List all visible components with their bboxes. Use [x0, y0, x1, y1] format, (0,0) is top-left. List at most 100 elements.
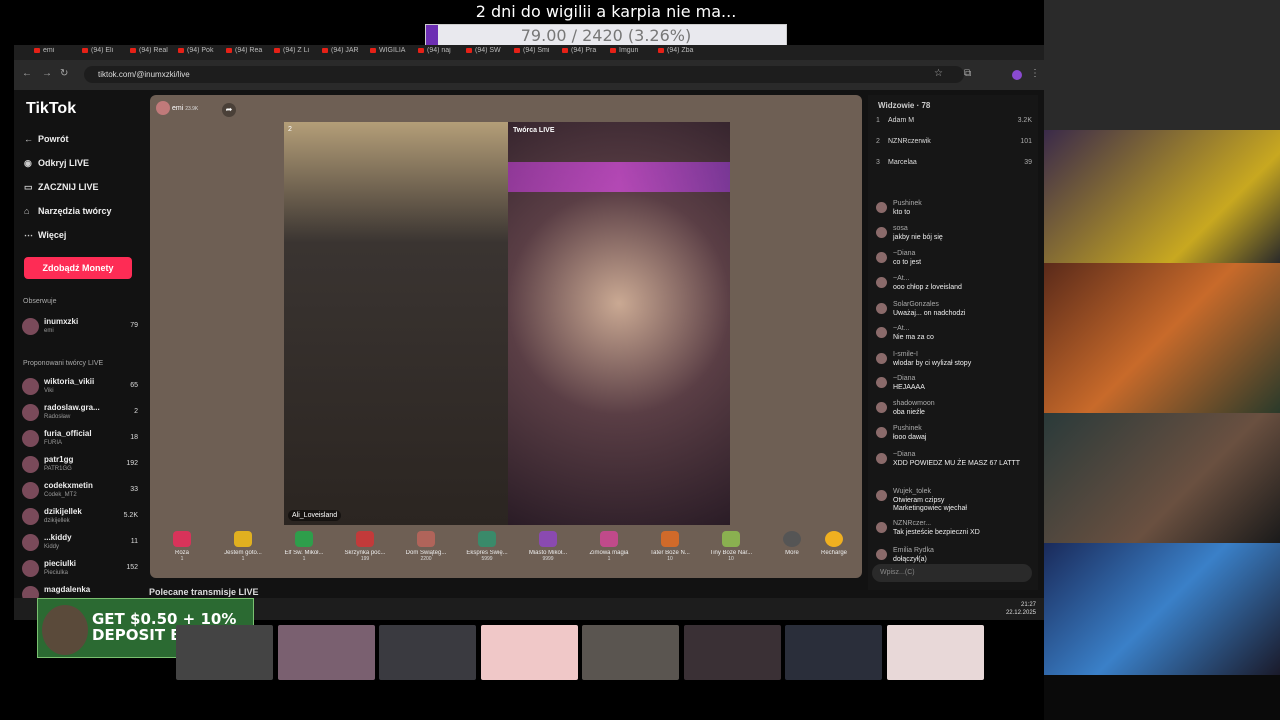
chat-username: Emilia Rydka [893, 547, 934, 554]
stream-thumbnail[interactable] [887, 625, 984, 680]
gift-item[interactable]: Tiny Boże Nar... 10 [703, 531, 759, 562]
sidebar-item-label: Więcej [38, 230, 67, 240]
gift-icon [478, 531, 496, 547]
suggested-creator[interactable]: inumxzki emi 79 [22, 316, 138, 338]
more-icon: ⋯ [24, 230, 33, 240]
youtube-icon [274, 47, 280, 53]
stream-thumbnail[interactable] [379, 625, 476, 680]
back-arrow-icon[interactable]: ← [22, 68, 32, 79]
browser-tab[interactable]: (94) Pok [178, 47, 222, 59]
gift-item[interactable]: Dom Świąteg... 2200 [398, 531, 454, 562]
tools-icon: ⌂ [24, 206, 30, 216]
tiktok-logo[interactable]: TikTok [26, 100, 76, 118]
stream-thumbnail[interactable] [684, 625, 781, 680]
get-coins-button[interactable]: Zdobądź Monety [24, 257, 132, 279]
sidebar-item-odkryj-live[interactable]: ◉ Odkryj LIVE [24, 158, 89, 169]
viewer-count: 65 [130, 382, 138, 389]
stream-thumbnail[interactable] [785, 625, 882, 680]
browser-tab[interactable]: (94) Smi [514, 47, 558, 59]
browser-tab[interactable]: (94) Zba [658, 47, 702, 59]
tab-label: (94) Rea [235, 47, 263, 54]
viewer-rank: 2 [876, 138, 880, 145]
avatar [22, 456, 39, 473]
viewer-row[interactable]: 1 Adam M 3.2K [876, 117, 1032, 131]
gift-item[interactable]: Róża 1 [154, 531, 210, 562]
goal-text: 79.00 / 2420 (3.26%) [520, 26, 692, 45]
stream-thumbnail[interactable] [582, 625, 679, 680]
gift-price: 9999 [542, 556, 554, 562]
browser-tab[interactable]: (94) Z Li [274, 47, 318, 59]
stream-thumbnail[interactable] [481, 625, 578, 680]
gift-item[interactable]: Ekspres Świę... 5999 [459, 531, 515, 562]
forward-arrow-icon[interactable]: → [42, 68, 52, 79]
sidebar-item-powrót[interactable]: ← Powrót [24, 134, 69, 144]
tab-label: (94) SW [475, 47, 501, 54]
viewer-count: 2 [134, 408, 138, 415]
webcam-fireplace [1044, 263, 1280, 413]
sidebar-item-narzędzia-twórcy[interactable]: ⌂ Narzędzia twórcy [24, 206, 112, 216]
host-video[interactable]: Twórca LIVE [508, 122, 730, 525]
host-chip[interactable]: emi 23.9K [156, 101, 198, 115]
gift-item[interactable]: Skrzynka poc... 199 [337, 531, 393, 562]
suggested-creator[interactable]: pieciulki Pieciulka 152 [22, 558, 138, 580]
extensions-icon[interactable]: ⧉ [964, 68, 971, 79]
gift-item[interactable]: Zimowa magia 1 [581, 531, 637, 562]
suggested-creator[interactable]: ...kiddy Kiddy 11 [22, 532, 138, 554]
browser-tab[interactable]: Imgun [610, 47, 654, 59]
browser-tab[interactable]: (94) SW [466, 47, 510, 59]
suggested-creator[interactable]: dzikijellek dzikijellek 5.2K [22, 506, 138, 528]
camera-icon: ▭ [24, 182, 33, 192]
live-icon: ◉ [24, 158, 32, 168]
suggested-creator[interactable]: radoslaw.gra... Radosław 2 [22, 402, 138, 424]
share-icon[interactable]: ➦ [222, 103, 236, 117]
browser-tab[interactable]: (94) Eli [82, 47, 126, 59]
chat-username: ~Diana [893, 451, 916, 458]
browser-tab[interactable]: emi [34, 47, 78, 59]
menu-dots-icon[interactable]: ⋮ [1030, 68, 1040, 79]
sidebar-item-więcej[interactable]: ⋯ Więcej [24, 230, 66, 241]
recharge-button[interactable]: Recharge [806, 531, 862, 556]
stream-thumbnail[interactable] [176, 625, 273, 680]
reload-icon[interactable]: ↻ [60, 68, 68, 79]
tiktok-sidebar: TikTok ← Powrót ◉ Odkryj LIVE ▭ ZACZNIJ LIVE ⌂… [14, 90, 144, 603]
url-field[interactable]: tiktok.com/@inumxzki/live [84, 66, 964, 83]
gift-price: 1 [241, 556, 245, 562]
gift-item[interactable]: Miasto Mikoł... 9999 [520, 531, 576, 562]
browser-tab[interactable]: (94) Pra [562, 47, 606, 59]
back-icon: ← [24, 134, 33, 144]
bookmark-star-icon[interactable]: ☆ [934, 68, 943, 79]
chat-text: Tak jesteście bezpieczni XD [893, 529, 980, 536]
chat-username: Wujek_tolek [893, 488, 932, 495]
gift-item[interactable]: Tater Boże N... 10 [642, 531, 698, 562]
suggested-creator[interactable]: furia_official FURIA 18 [22, 428, 138, 450]
browser-tab[interactable]: WIGILIA [370, 47, 414, 59]
gift-icon [173, 531, 191, 547]
suggested-creator[interactable]: patr1gg PATR1GG 192 [22, 454, 138, 476]
youtube-icon [370, 47, 376, 53]
viewer-row[interactable]: 2 NZNRczerwik 101 [876, 138, 1032, 152]
suggested-creator[interactable]: wiktoria_vikii Viki 65 [22, 376, 138, 398]
clock-date: 22.12.2025 [1005, 610, 1036, 616]
guest-video[interactable]: 2 Ali_Loveisland [284, 122, 509, 525]
profile-avatar[interactable] [1012, 70, 1022, 80]
chat-input[interactable]: Wpisz...(C) [872, 564, 1032, 582]
gift-bar: Róża 1 Jestem goto... 1 Elf Św. Mikoł... 1 Skr… [152, 527, 860, 575]
suggested-creator[interactable]: codekxmetin Codek_MT2 33 [22, 480, 138, 502]
browser-tab[interactable]: (94) JAR [322, 47, 366, 59]
browser-tab[interactable]: (94) Real [130, 47, 174, 59]
viewer-name: Adam M [888, 117, 915, 124]
stream-thumbnail[interactable] [278, 625, 375, 680]
host-name: emi [171, 104, 184, 112]
browser-tab[interactable]: (94) Rea [226, 47, 270, 59]
viewer-count: 192 [126, 460, 138, 467]
gift-item[interactable]: Elf Św. Mikoł... 1 [276, 531, 332, 562]
chat-message: NZNRczer... Tak jesteście bezpieczni XD [876, 520, 1034, 542]
gift-item[interactable]: Jestem goto... 1 [215, 531, 271, 562]
sidebar-item-zacznij-live[interactable]: ▭ ZACZNIJ LIVE [24, 182, 99, 193]
creator-subtitle: Kiddy [44, 544, 60, 550]
tab-label: (94) Pok [187, 47, 214, 54]
creator-name: furia_official [44, 429, 92, 438]
guest-label: Ali_Loveisland [288, 510, 342, 521]
browser-tab[interactable]: (94) naj [418, 47, 462, 59]
viewer-row[interactable]: 3 Marcelaa 39 [876, 159, 1032, 173]
